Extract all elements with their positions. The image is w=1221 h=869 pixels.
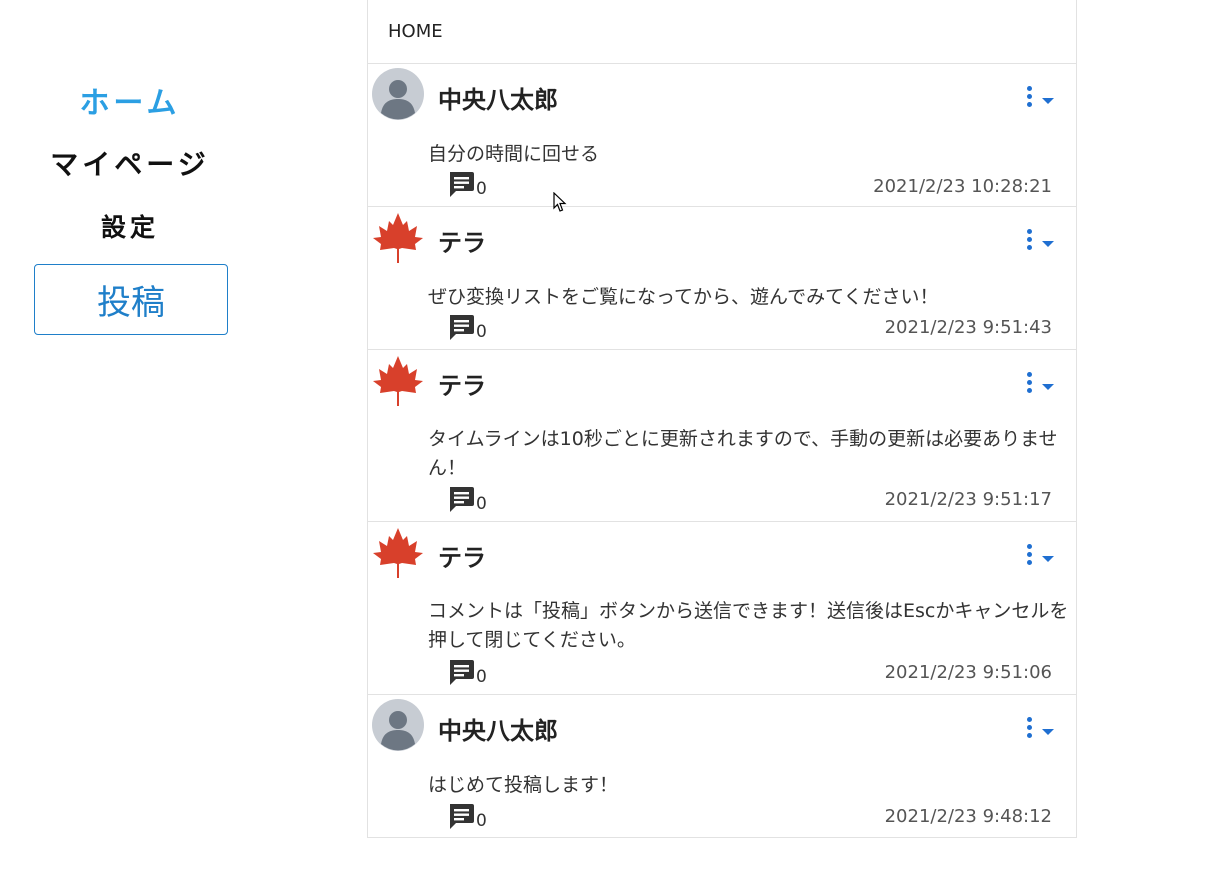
- nav-home[interactable]: ホーム: [0, 78, 260, 122]
- comment-icon: [450, 660, 474, 685]
- kebab-icon: [1027, 717, 1032, 738]
- comment-button[interactable]: 0: [447, 314, 487, 341]
- post-timestamp: 2021/2/23 9:51:06: [884, 662, 1052, 683]
- post-username[interactable]: テラ: [438, 366, 486, 401]
- comment-count: 0: [476, 667, 487, 687]
- comment-icon: [450, 172, 474, 197]
- comment-icon: [450, 315, 474, 340]
- maple-leaf-icon: [373, 528, 423, 578]
- post-menu-button[interactable]: [1027, 544, 1054, 565]
- comment-button[interactable]: 0: [447, 171, 487, 198]
- maple-leaf-icon: [373, 356, 423, 406]
- post-body: 自分の時間に回せる: [428, 143, 600, 165]
- post-timestamp: 2021/2/23 9:51:43: [884, 317, 1052, 338]
- post-timestamp: 2021/2/23 10:28:21: [873, 176, 1052, 197]
- page-title: HOME: [388, 21, 443, 42]
- post-menu-button[interactable]: [1027, 372, 1054, 393]
- mouse-cursor-icon: [553, 192, 567, 212]
- post-body: ぜひ変換リストをご覧になってから、遊んでみてください！: [428, 286, 939, 308]
- post-card: 中央八太郎 はじめて投稿します！ 0 2021/2/23 9:48:12: [368, 695, 1076, 838]
- post-menu-button[interactable]: [1027, 717, 1054, 738]
- post-timestamp: 2021/2/23 9:48:12: [884, 806, 1052, 827]
- comment-icon: [450, 487, 474, 512]
- timeline-header: HOME: [368, 0, 1076, 64]
- nav-mypage[interactable]: マイページ: [0, 143, 260, 183]
- caret-down-icon: [1042, 97, 1054, 104]
- post-body: コメントは「投稿」ボタンから送信できます！送信後はEscかキャンセルを押して閉じ…: [428, 600, 1069, 651]
- kebab-icon: [1027, 86, 1032, 107]
- kebab-icon: [1027, 544, 1032, 565]
- user-avatar-icon: [372, 699, 424, 751]
- post-username[interactable]: テラ: [438, 538, 486, 573]
- post-button[interactable]: 投稿: [34, 264, 228, 335]
- post-body: はじめて投稿します！: [428, 774, 619, 796]
- post-username[interactable]: 中央八太郎: [438, 80, 558, 115]
- post-card: 中央八太郎 自分の時間に回せる 0 2021/2/23 10:28:21: [368, 64, 1076, 207]
- post-username[interactable]: テラ: [438, 223, 486, 258]
- maple-leaf-icon: [373, 213, 423, 263]
- comment-button[interactable]: 0: [447, 803, 487, 830]
- post-body: タイムラインは10秒ごとに更新されますので、手動の更新は必要ありません！: [428, 428, 1058, 479]
- comment-count: 0: [476, 494, 487, 514]
- nav-settings[interactable]: 設定: [0, 208, 260, 244]
- timeline: HOME 中央八太郎 自分の時間に回せる 0 2021/2/23 10:28:2…: [367, 0, 1077, 838]
- post-username[interactable]: 中央八太郎: [438, 711, 558, 746]
- post-card: テラ タイムラインは10秒ごとに更新されますので、手動の更新は必要ありません！ …: [368, 350, 1076, 522]
- kebab-icon: [1027, 372, 1032, 393]
- comment-button[interactable]: 0: [447, 659, 487, 686]
- user-avatar-icon: [372, 68, 424, 120]
- post-timestamp: 2021/2/23 9:51:17: [884, 489, 1052, 510]
- kebab-icon: [1027, 229, 1032, 250]
- caret-down-icon: [1042, 555, 1054, 562]
- comment-icon: [450, 804, 474, 829]
- comment-count: 0: [476, 811, 487, 831]
- comment-count: 0: [476, 322, 487, 342]
- post-menu-button[interactable]: [1027, 86, 1054, 107]
- post-card: テラ コメントは「投稿」ボタンから送信できます！送信後はEscかキャンセルを押し…: [368, 522, 1076, 695]
- caret-down-icon: [1042, 728, 1054, 735]
- comment-button[interactable]: 0: [447, 486, 487, 513]
- post-card: テラ ぜひ変換リストをご覧になってから、遊んでみてください！ 0 2021/2/…: [368, 207, 1076, 350]
- caret-down-icon: [1042, 383, 1054, 390]
- post-menu-button[interactable]: [1027, 229, 1054, 250]
- caret-down-icon: [1042, 240, 1054, 247]
- comment-count: 0: [476, 179, 487, 199]
